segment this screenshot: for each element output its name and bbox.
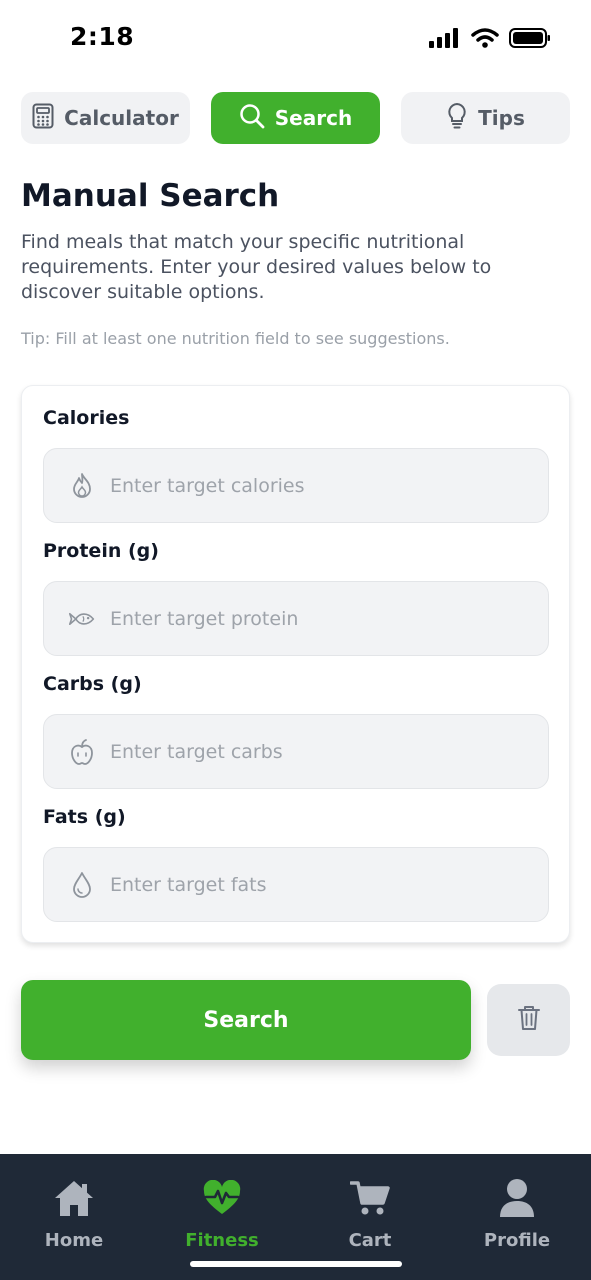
protein-label: Protein (g): [43, 540, 159, 562]
calories-input[interactable]: [110, 474, 490, 497]
fats-label: Fats (g): [43, 806, 126, 828]
carbs-label: Carbs (g): [43, 673, 142, 695]
mode-tabs: Calculator Search Tips: [21, 92, 570, 144]
trash-icon: [517, 1004, 541, 1036]
heart-pulse-icon: [202, 1176, 242, 1220]
search-icon: [239, 103, 265, 134]
nav-item-cart[interactable]: Cart: [296, 1176, 444, 1251]
droplet-icon: [68, 871, 96, 899]
calculator-icon: [32, 103, 54, 134]
apple-icon: [68, 738, 96, 766]
nav-item-profile[interactable]: Profile: [443, 1176, 591, 1251]
protein-field[interactable]: [43, 581, 549, 656]
page-description: Find meals that match your specific nutr…: [21, 231, 492, 303]
battery-icon: [509, 28, 551, 52]
fats-input[interactable]: [110, 873, 490, 896]
cart-icon: [350, 1176, 390, 1220]
nav-item-fitness[interactable]: Fitness: [148, 1176, 296, 1251]
fish-icon: [68, 605, 96, 633]
nav-label: Profile: [483, 1230, 551, 1251]
nutrition-form-card: Calories Protein (g) Carbs (g): [21, 385, 570, 943]
nav-item-home[interactable]: Home: [0, 1176, 148, 1251]
tab-calculator[interactable]: Calculator: [21, 92, 190, 144]
nav-label: Fitness: [185, 1230, 259, 1251]
tab-search[interactable]: Search: [211, 92, 380, 144]
calories-field[interactable]: [43, 448, 549, 523]
signal-icon: [429, 28, 461, 52]
flame-icon: [68, 472, 96, 500]
nav-label: Home: [44, 1230, 104, 1251]
home-icon: [53, 1176, 95, 1220]
carbs-input[interactable]: [110, 740, 490, 763]
calories-label: Calories: [43, 407, 130, 429]
tab-tips[interactable]: Tips: [401, 92, 570, 144]
user-icon: [498, 1176, 536, 1220]
wifi-icon: [471, 28, 499, 52]
tab-label: Calculator: [64, 106, 179, 130]
carbs-field[interactable]: [43, 714, 549, 789]
home-indicator: [190, 1261, 402, 1267]
page-title: Manual Search: [21, 178, 280, 214]
clear-button[interactable]: [487, 984, 570, 1056]
status-bar: 2:18: [0, 0, 591, 80]
protein-input[interactable]: [110, 607, 490, 630]
tip-text: Tip: Fill at least one nutrition field t…: [21, 329, 450, 348]
status-icons: [429, 28, 551, 52]
fats-field[interactable]: [43, 847, 549, 922]
nav-label: Cart: [348, 1230, 392, 1251]
status-time: 2:18: [70, 22, 135, 51]
lightbulb-icon: [446, 102, 468, 135]
search-button[interactable]: Search: [21, 980, 471, 1060]
tab-label: Search: [274, 106, 353, 130]
tab-label: Tips: [478, 106, 525, 130]
